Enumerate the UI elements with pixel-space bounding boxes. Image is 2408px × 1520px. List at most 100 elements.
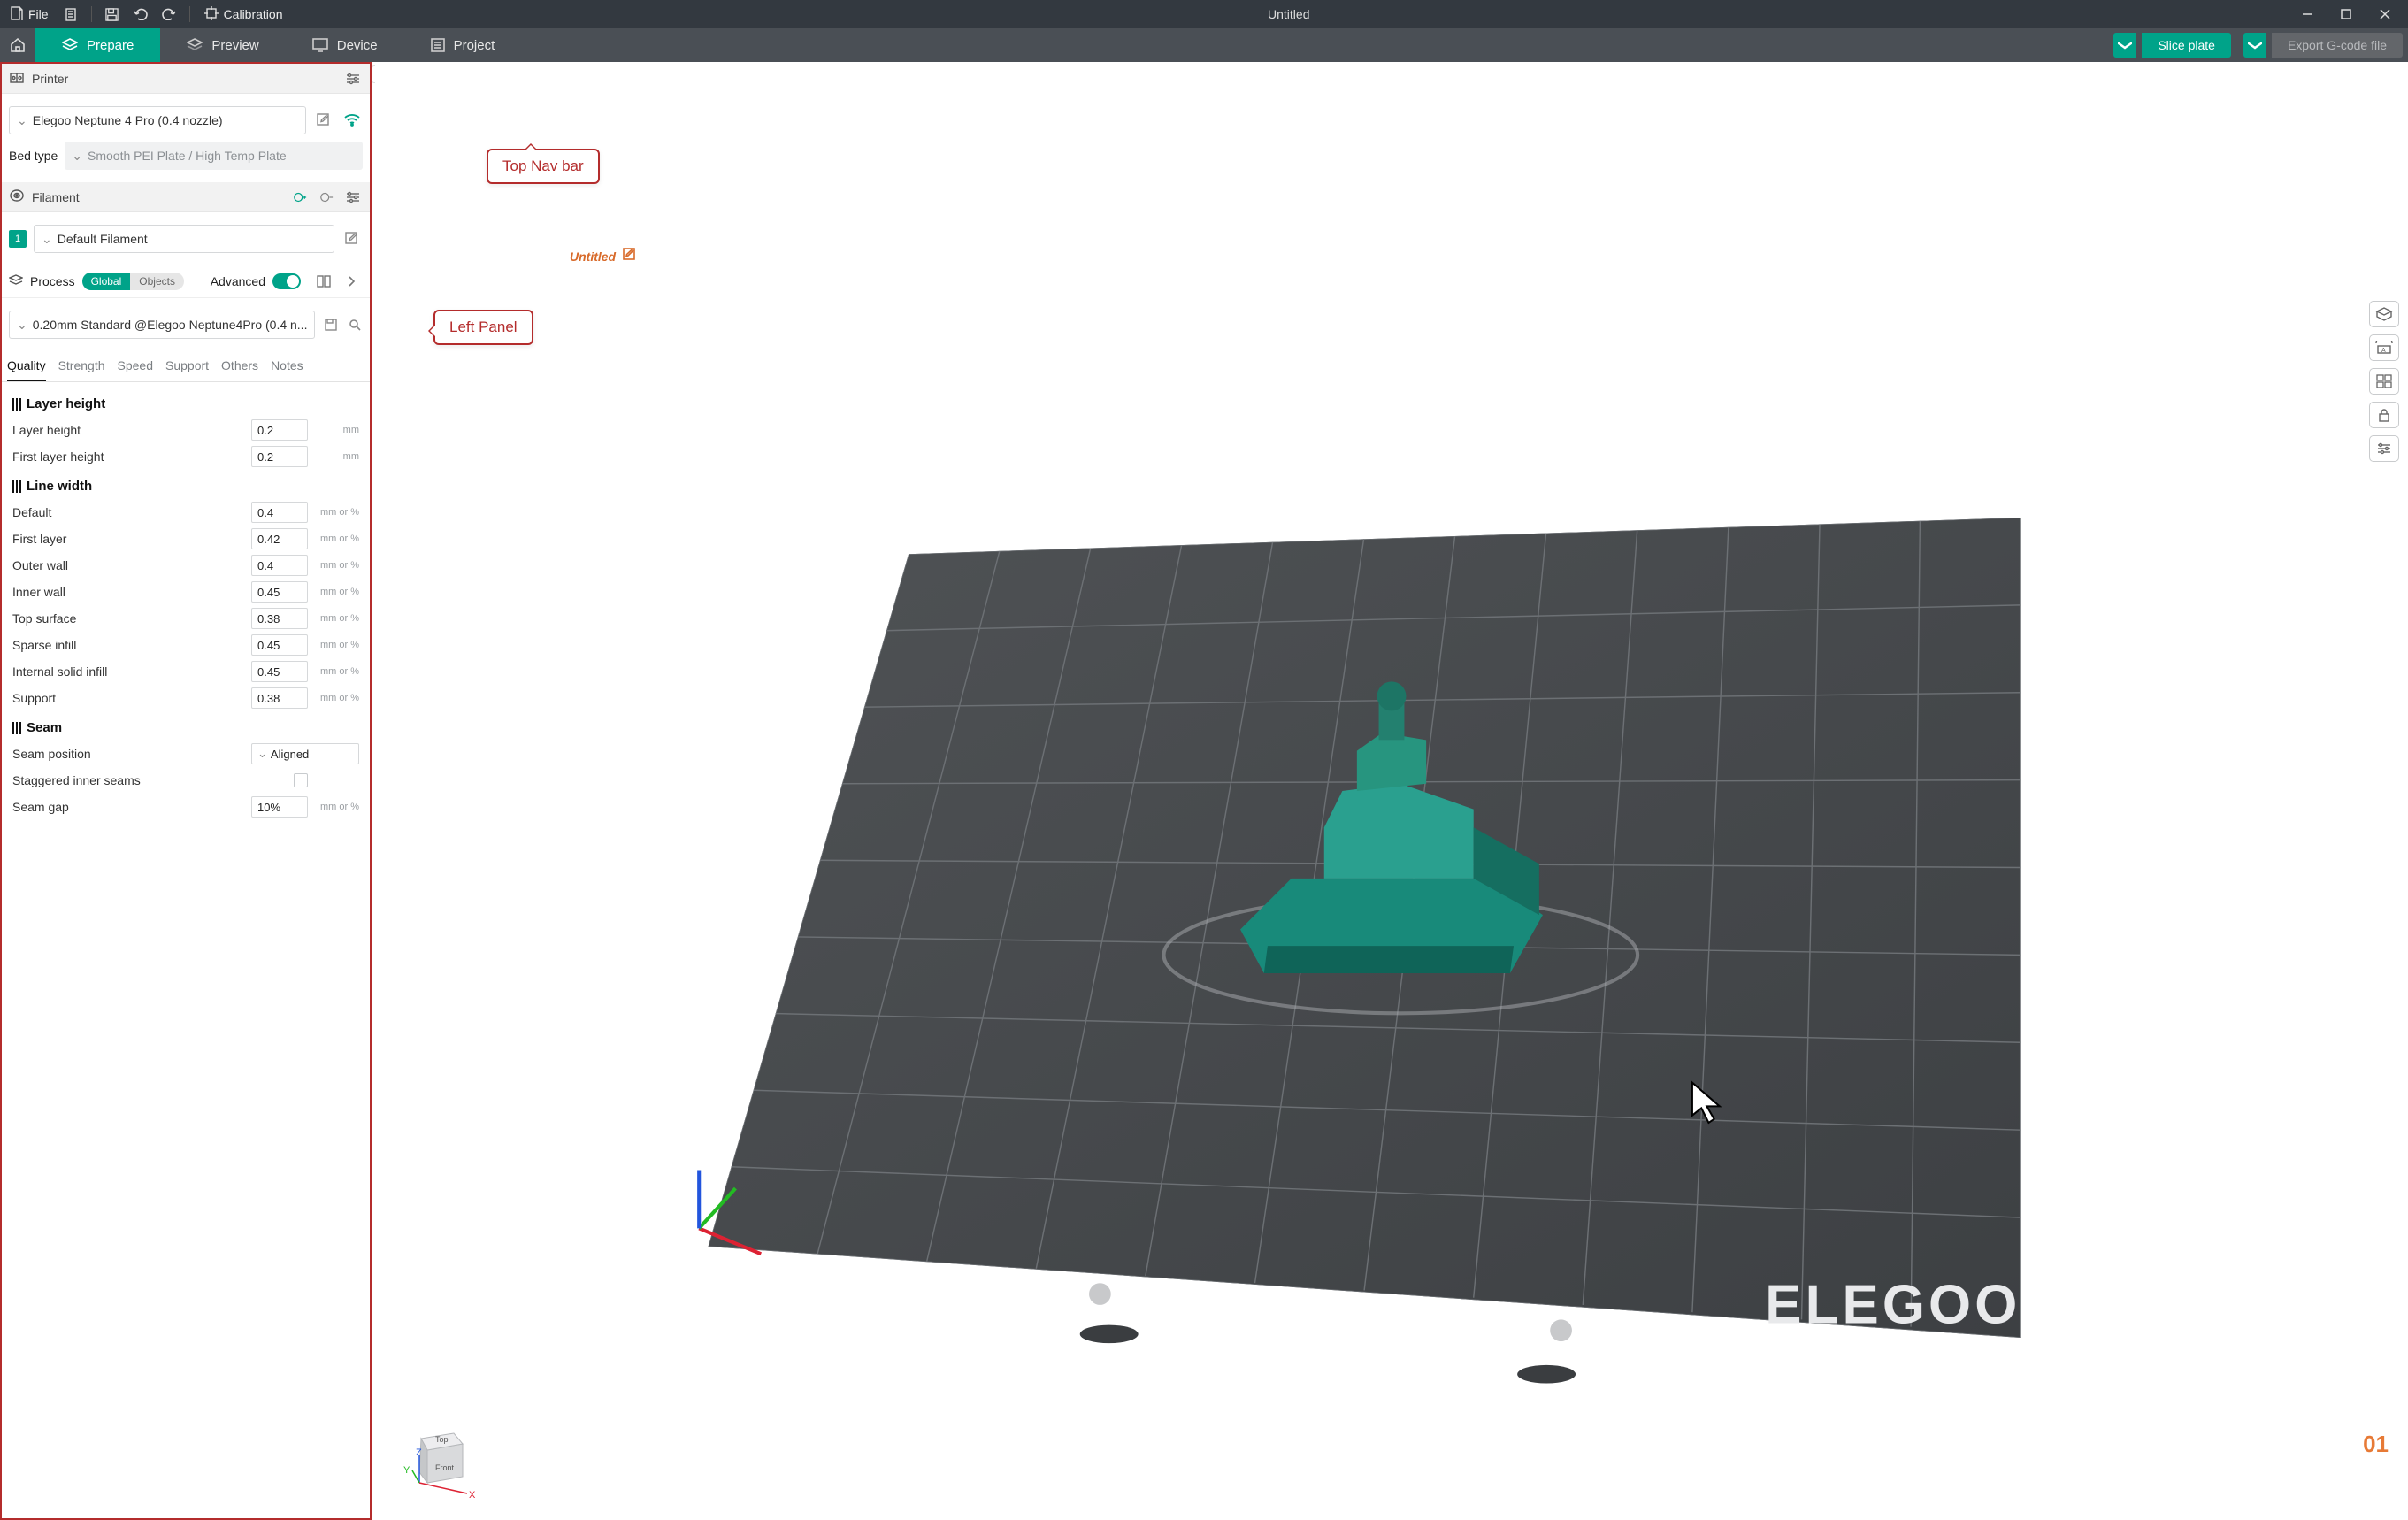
maximize-button[interactable] — [2327, 0, 2366, 28]
tab-preview[interactable]: Preview — [160, 28, 285, 62]
bed-type-select[interactable]: ⌄ Smooth PEI Plate / High Temp Plate — [65, 142, 363, 170]
undo-button[interactable] — [127, 3, 154, 26]
param-value-input[interactable]: 0.45 — [251, 661, 308, 682]
separator — [91, 6, 92, 22]
expand-process-icon[interactable] — [341, 271, 363, 292]
viewport-3d[interactable]: ELEGOO Untitled — [375, 62, 2408, 1520]
filament-remove-icon[interactable] — [317, 188, 336, 207]
bed-type-label: Bed type — [9, 149, 58, 163]
param-value-input[interactable]: 0.2 — [251, 419, 308, 441]
calibration-target-icon — [204, 6, 219, 23]
chevron-down-icon: ⌄ — [72, 149, 82, 164]
list-icon — [431, 38, 445, 52]
export-gcode-button[interactable]: Export G-code file — [2272, 33, 2403, 58]
param-row: Seam gap10%mm or % — [12, 794, 359, 820]
tab-others[interactable]: Others — [221, 351, 258, 381]
tab-support[interactable]: Support — [165, 351, 209, 381]
iso-view-button[interactable] — [2369, 301, 2399, 327]
process-preset-select[interactable]: ⌄ 0.20mm Standard @Elegoo Neptune4Pro (0… — [9, 311, 315, 339]
titlebar: File Calibration Untitled — [0, 0, 2408, 28]
filament-add-icon[interactable] — [290, 188, 310, 207]
param-row: Layer height0.2mm — [12, 417, 359, 443]
close-button[interactable] — [2366, 0, 2404, 28]
pill-objects[interactable]: Objects — [130, 273, 184, 290]
param-label: Staggered inner seams — [12, 773, 294, 787]
param-select[interactable]: ⌄Aligned — [251, 743, 359, 764]
redo-button[interactable] — [156, 3, 182, 26]
param-group-header[interactable]: Line width — [12, 479, 359, 494]
calibration-label: Calibration — [224, 7, 283, 21]
lock-view-button[interactable] — [2369, 402, 2399, 428]
tab-device[interactable]: Device — [286, 28, 404, 62]
calibration-menu[interactable]: Calibration — [197, 3, 290, 27]
left-panel: Printer ⌄ Elegoo Neptune 4 Pro (0.4 nozz… — [0, 62, 372, 1520]
tab-quality[interactable]: Quality — [7, 351, 46, 381]
param-value-input[interactable]: 0.38 — [251, 687, 308, 709]
filament-section-header: Filament — [2, 182, 370, 212]
tab-strength[interactable]: Strength — [58, 351, 105, 381]
param-group-header[interactable]: Seam — [12, 720, 359, 735]
param-value-input[interactable]: 10% — [251, 796, 308, 818]
tab-prepare[interactable]: Prepare — [35, 28, 160, 62]
param-row: Support0.38mm or % — [12, 685, 359, 711]
export-gcode-label: Export G-code file — [2288, 38, 2387, 52]
printer-icon — [9, 70, 25, 87]
tab-speed[interactable]: Speed — [118, 351, 153, 381]
printer-select[interactable]: ⌄ Elegoo Neptune 4 Pro (0.4 nozzle) — [9, 106, 306, 134]
param-unit: mm or % — [308, 534, 359, 544]
tab-project[interactable]: Project — [404, 28, 522, 62]
param-row: Default0.4mm or % — [12, 499, 359, 526]
param-value-input[interactable]: 0.45 — [251, 634, 308, 656]
axis-y-label: Y — [403, 1465, 410, 1476]
edit-printer-icon[interactable] — [313, 110, 334, 131]
param-unit: mm or % — [308, 560, 359, 571]
edit-plate-title-icon[interactable] — [623, 248, 637, 265]
search-preset-icon[interactable] — [346, 314, 363, 335]
svg-text:A: A — [2381, 348, 2386, 354]
wifi-icon[interactable] — [341, 110, 363, 131]
slice-dropdown[interactable] — [2113, 33, 2136, 58]
param-unit: mm or % — [308, 507, 359, 518]
window-title: Untitled — [290, 7, 2289, 21]
filament-color-chip[interactable]: 1 — [9, 230, 27, 248]
arrange-view-button[interactable] — [2369, 368, 2399, 395]
compare-settings-icon[interactable] — [313, 271, 334, 292]
layers-icon — [62, 38, 78, 52]
process-scope-pill[interactable]: Global Objects — [82, 273, 184, 290]
plate-settings-button[interactable] — [2369, 435, 2399, 462]
filament-select[interactable]: ⌄ Default Filament — [34, 225, 334, 253]
param-value-input[interactable]: 0.38 — [251, 608, 308, 629]
save-button[interactable] — [99, 3, 126, 26]
file-menu[interactable]: File — [4, 3, 56, 27]
tab-project-label: Project — [454, 38, 495, 53]
export-dropdown[interactable] — [2243, 33, 2266, 58]
slice-plate-button[interactable]: Slice plate — [2142, 33, 2231, 58]
printer-settings-icon[interactable] — [343, 69, 363, 88]
param-value-input[interactable]: 0.42 — [251, 528, 308, 549]
tab-notes[interactable]: Notes — [271, 351, 303, 381]
group-handle-icon — [12, 480, 21, 493]
advanced-toggle[interactable] — [272, 273, 301, 289]
home-button[interactable] — [0, 28, 35, 62]
clipboard-button[interactable] — [58, 3, 84, 26]
orientation-cube[interactable]: Top Front Z Y X — [405, 1428, 485, 1508]
filament-icon — [9, 188, 25, 205]
pill-global[interactable]: Global — [82, 273, 131, 290]
param-unit: mm — [308, 451, 359, 462]
param-checkbox[interactable] — [294, 773, 308, 787]
camera-view-button[interactable]: A — [2369, 334, 2399, 361]
minimize-button[interactable] — [2288, 0, 2327, 28]
param-label: Seam position — [12, 747, 251, 761]
save-preset-icon[interactable] — [322, 314, 339, 335]
filament-settings-icon[interactable] — [343, 188, 363, 207]
param-value-input[interactable]: 0.4 — [251, 502, 308, 523]
param-value-input[interactable]: 0.4 — [251, 555, 308, 576]
settings-parameters[interactable]: Layer heightLayer height0.2mmFirst layer… — [2, 382, 370, 1518]
group-handle-icon — [12, 722, 21, 734]
param-value-input[interactable]: 0.2 — [251, 446, 308, 467]
param-value-input[interactable]: 0.45 — [251, 581, 308, 603]
edit-filament-icon[interactable] — [341, 228, 363, 249]
param-group-header[interactable]: Layer height — [12, 396, 359, 411]
param-label: Internal solid infill — [12, 664, 251, 679]
param-row: Inner wall0.45mm or % — [12, 579, 359, 605]
